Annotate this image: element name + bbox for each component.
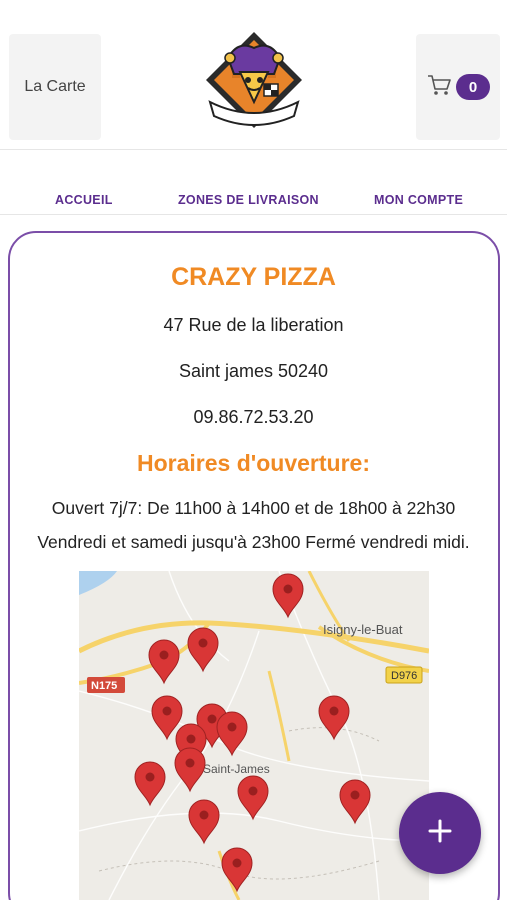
cart-button[interactable]: 0 [416, 34, 500, 140]
menu-button[interactable]: La Carte [9, 34, 101, 140]
restaurant-phone[interactable]: 09.86.72.53.20 [0, 407, 507, 428]
add-fab-button[interactable] [399, 792, 481, 874]
opening-hours-line-2: Vendredi et samedi jusqu'à 23h00 Fermé v… [37, 532, 470, 552]
delivery-map[interactable]: Isigny-le-Buat Saint-James N175 D976 [79, 571, 429, 900]
nav-item-mon-compte[interactable]: MON COMPTE [374, 193, 463, 207]
nav-item-zones-livraison[interactable]: ZONES DE LIVRAISON [178, 193, 319, 207]
crazy-pizza-logo[interactable] [200, 28, 308, 132]
opening-hours-title: Horaires d'ouverture: [137, 450, 370, 476]
restaurant-city: Saint james 50240 [178, 361, 329, 381]
cart-icon [426, 73, 452, 102]
nav-item-accueil[interactable]: ACCUEIL [55, 193, 113, 207]
opening-hours-line-1: Ouvert 7j/7: De 11h00 à 14h00 et de 18h0… [51, 498, 456, 518]
map-label-road-2: D976 [391, 670, 417, 682]
menu-label: La Carte [24, 78, 86, 95]
plus-icon [428, 819, 452, 848]
map-label-town-1: Isigny-le-Buat [323, 622, 403, 637]
map-label-road-1: N175 [91, 680, 117, 692]
restaurant-name: CRAZY PIZZA [171, 263, 336, 291]
map-label-town-2: Saint-James [203, 762, 270, 776]
app-header: La Carte 0 [0, 0, 507, 150]
cart-count-badge: 0 [456, 74, 490, 100]
restaurant-address: 47 Rue de la liberation [163, 315, 344, 335]
main-nav: ACCUEIL ZONES DE LIVRAISON MON COMPTE [0, 185, 507, 215]
